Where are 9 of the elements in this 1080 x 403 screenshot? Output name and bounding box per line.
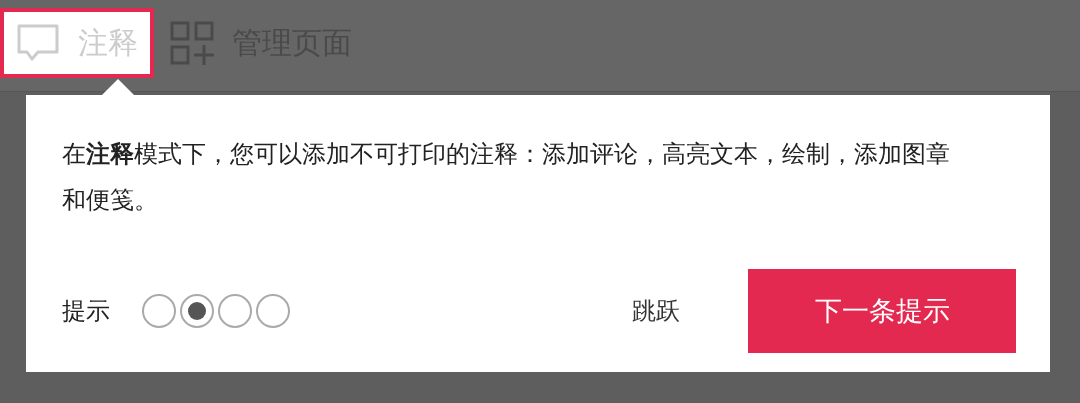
next-tip-button[interactable]: 下一条提示 [748, 269, 1016, 353]
step-radio[interactable] [256, 294, 290, 328]
step-radio[interactable] [142, 294, 176, 328]
tip-message: 在注释模式下，您可以添加不可打印的注释：添加评论，高亮文本，绘制，添加图章和便笺。 [62, 139, 951, 216]
hint-label: 提示 [62, 296, 110, 327]
step-radio[interactable] [218, 294, 252, 328]
step-radio[interactable] [180, 294, 214, 328]
grid-plus-icon [170, 21, 214, 65]
skip-link[interactable]: 跳跃 [632, 287, 680, 335]
